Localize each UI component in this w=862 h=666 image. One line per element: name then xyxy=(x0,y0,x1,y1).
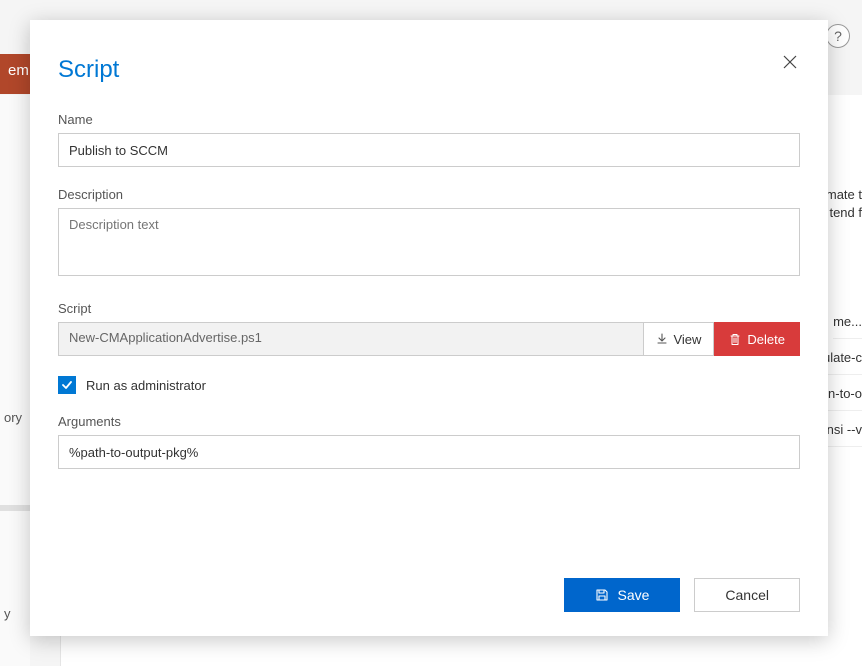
run-as-admin-checkbox[interactable] xyxy=(58,376,76,394)
bg-sidebar-item xyxy=(0,505,30,511)
run-as-admin-row: Run as administrator xyxy=(58,376,800,394)
modal-footer: Save Cancel xyxy=(58,558,800,612)
bg-sidebar-item: ory xyxy=(0,407,26,428)
script-modal: Script Name Description Script New-CMApp… xyxy=(30,20,828,636)
delete-button[interactable]: Delete xyxy=(714,322,800,356)
script-label: Script xyxy=(58,301,800,316)
bg-list-item: ulate-c xyxy=(823,341,862,375)
arguments-input[interactable] xyxy=(58,435,800,469)
checkmark-icon xyxy=(61,379,73,391)
bg-sidebar-item: y xyxy=(0,603,15,624)
cancel-button-label: Cancel xyxy=(725,587,769,603)
download-icon xyxy=(656,333,668,345)
bg-list-item: nsi --v xyxy=(827,413,862,447)
name-label: Name xyxy=(58,112,800,127)
delete-button-label: Delete xyxy=(747,332,785,347)
bg-list-item: n-to-o xyxy=(828,377,862,411)
arguments-group: Arguments xyxy=(58,414,800,469)
bg-text: tend f xyxy=(829,203,862,222)
view-button-label: View xyxy=(673,332,701,347)
description-label: Description xyxy=(58,187,800,202)
save-button[interactable]: Save xyxy=(564,578,680,612)
script-group: Script New-CMApplicationAdvertise.ps1 Vi… xyxy=(58,301,800,356)
modal-title: Script xyxy=(58,56,800,84)
bg-header-fragment: em xyxy=(0,54,30,94)
cancel-button[interactable]: Cancel xyxy=(694,578,800,612)
save-button-label: Save xyxy=(617,587,649,603)
run-as-admin-label: Run as administrator xyxy=(86,378,206,393)
help-icon-label: ? xyxy=(834,28,842,44)
arguments-label: Arguments xyxy=(58,414,800,429)
bg-text: mate t xyxy=(826,185,862,204)
close-button[interactable] xyxy=(776,48,804,76)
bg-sidebar: ory y xyxy=(0,95,30,666)
name-group: Name xyxy=(58,112,800,167)
view-button[interactable]: View xyxy=(644,322,714,356)
bg-list-item: me... xyxy=(833,305,862,339)
name-input[interactable] xyxy=(58,133,800,167)
description-group: Description xyxy=(58,187,800,281)
close-icon xyxy=(783,55,797,69)
help-icon[interactable]: ? xyxy=(826,24,850,48)
description-input[interactable] xyxy=(58,208,800,276)
save-icon xyxy=(595,588,609,602)
trash-icon xyxy=(729,333,741,346)
script-filename-display: New-CMApplicationAdvertise.ps1 xyxy=(58,322,644,356)
script-row: New-CMApplicationAdvertise.ps1 View Dele… xyxy=(58,322,800,356)
